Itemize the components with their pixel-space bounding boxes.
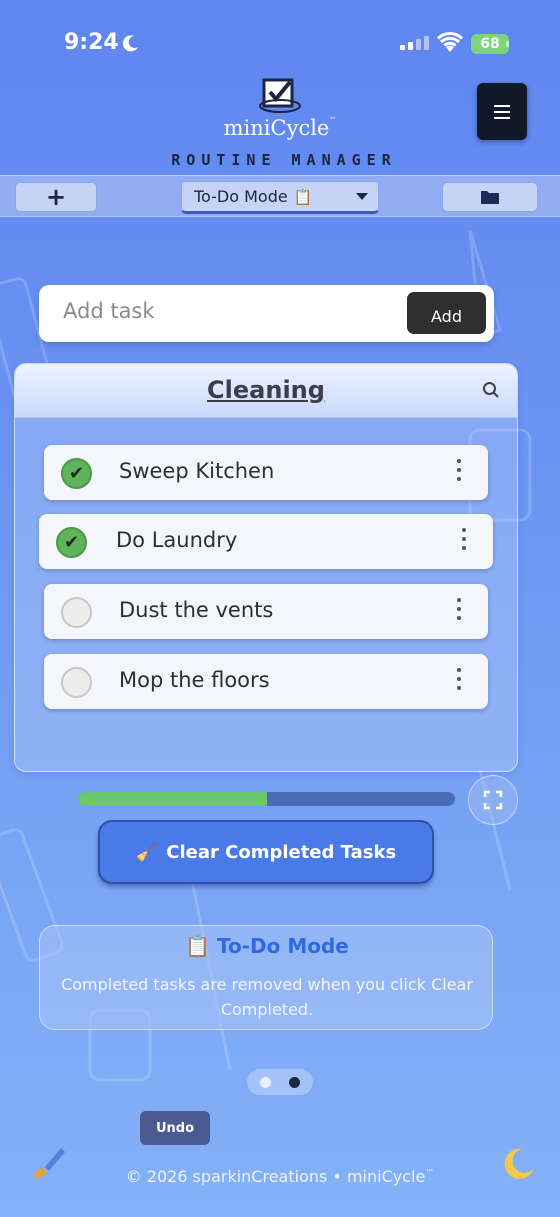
page-dot[interactable] bbox=[260, 1076, 271, 1088]
status-time: 9:24 bbox=[64, 30, 119, 55]
fullscreen-button[interactable] bbox=[468, 775, 518, 825]
search-icon[interactable] bbox=[482, 381, 500, 399]
battery-tip bbox=[506, 41, 509, 47]
list-title[interactable]: Cleaning bbox=[15, 376, 517, 404]
footer-text: © 2026 sparkinCreations • miniCycle bbox=[125, 1167, 426, 1186]
app-name-text: miniCycle bbox=[223, 116, 330, 140]
hamburger-icon bbox=[494, 103, 510, 121]
status-bar: 9:24 68 bbox=[0, 0, 560, 80]
clipboard-icon: 📋 bbox=[293, 187, 313, 206]
task-options-icon[interactable] bbox=[457, 598, 461, 620]
list-header: Cleaning bbox=[15, 364, 517, 418]
checkmark-icon: ✔ bbox=[68, 463, 85, 484]
caret-down-icon bbox=[356, 193, 368, 200]
task-checkbox[interactable] bbox=[61, 667, 92, 698]
page-indicator[interactable] bbox=[247, 1069, 313, 1095]
battery-indicator: 68 bbox=[471, 34, 509, 54]
checkmark-icon: ✔ bbox=[63, 532, 80, 553]
task-item[interactable]: ✔ Do Laundry bbox=[39, 514, 493, 569]
menu-button[interactable] bbox=[477, 83, 527, 140]
wifi-icon bbox=[437, 32, 463, 52]
toolbar: + To-Do Mode 📋 bbox=[0, 175, 560, 217]
mode-info-title-text: To-Do Mode bbox=[217, 934, 349, 958]
mode-info-title: 📋 To-Do Mode bbox=[40, 934, 494, 958]
clipboard-icon: 📋 bbox=[185, 934, 211, 958]
mode-info-card: 📋 To-Do Mode Completed tasks are removed… bbox=[39, 925, 493, 1030]
footer-trademark: ™ bbox=[425, 1168, 435, 1179]
add-task-row: Add bbox=[39, 285, 494, 342]
checkbox-logo-icon bbox=[259, 78, 301, 113]
add-task-button[interactable]: Add bbox=[407, 292, 486, 334]
task-label: Dust the vents bbox=[119, 598, 274, 622]
dark-mode-toggle-icon[interactable] bbox=[500, 1146, 536, 1182]
app-subtitle: ROUTINE MANAGER bbox=[171, 151, 397, 169]
task-label: Sweep Kitchen bbox=[119, 459, 275, 483]
task-checkbox[interactable] bbox=[61, 597, 92, 628]
mode-selector-label: To-Do Mode bbox=[194, 187, 288, 206]
mode-info-description: Completed tasks are removed when you cli… bbox=[61, 975, 473, 1019]
signal-icon bbox=[400, 36, 429, 50]
folder-icon bbox=[481, 191, 499, 204]
progress-fill bbox=[78, 792, 267, 806]
add-list-button[interactable]: + bbox=[15, 182, 97, 212]
clear-completed-button[interactable]: 🧹 Clear Completed Tasks bbox=[98, 820, 434, 884]
task-item[interactable]: Mop the floors bbox=[44, 654, 488, 709]
battery-level: 68 bbox=[480, 36, 500, 52]
task-options-icon[interactable] bbox=[457, 668, 461, 690]
task-item[interactable]: Dust the vents bbox=[44, 584, 488, 639]
add-task-input[interactable] bbox=[63, 299, 393, 323]
moon-icon bbox=[122, 35, 138, 52]
task-checkbox[interactable]: ✔ bbox=[56, 527, 87, 558]
page-dot[interactable] bbox=[289, 1076, 300, 1088]
undo-button[interactable]: Undo bbox=[140, 1111, 210, 1145]
task-options-icon[interactable] bbox=[457, 459, 461, 481]
task-label: Do Laundry bbox=[116, 528, 238, 552]
footer: © 2026 sparkinCreations • miniCycle™ bbox=[0, 1167, 560, 1186]
task-item[interactable]: ✔ Sweep Kitchen bbox=[44, 445, 488, 500]
task-label: Mop the floors bbox=[119, 668, 270, 692]
task-checkbox[interactable]: ✔ bbox=[61, 458, 92, 489]
broom-icon: 🧹 bbox=[135, 841, 159, 863]
mode-selector[interactable]: To-Do Mode 📋 bbox=[181, 181, 379, 214]
app-name: miniCycle™ bbox=[0, 116, 560, 140]
progress-bar bbox=[78, 792, 455, 806]
clear-completed-label: Clear Completed Tasks bbox=[166, 841, 397, 863]
task-options-icon[interactable] bbox=[462, 528, 466, 550]
app-name-trademark: ™ bbox=[329, 116, 337, 124]
expand-icon bbox=[483, 790, 503, 810]
folder-button[interactable] bbox=[442, 182, 538, 212]
